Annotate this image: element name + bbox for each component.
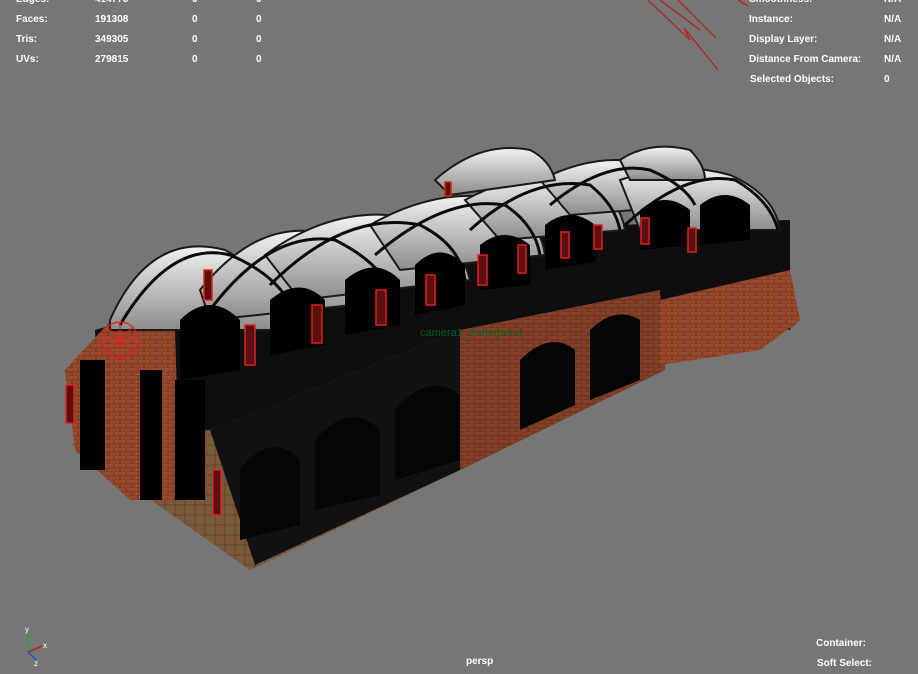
hud-value: 0 bbox=[256, 14, 262, 25]
hud-value: N/A bbox=[884, 34, 902, 45]
object-info-hud: Smoothness: N/A Instance: N/A Display La… bbox=[749, 0, 909, 90]
axis-indicator: y x z bbox=[25, 625, 47, 668]
hud-row-faces: Faces: 191308 0 0 bbox=[16, 10, 286, 30]
hud-value: 0 bbox=[884, 74, 890, 85]
hud-row-uvs: UVs: 279815 0 0 bbox=[16, 50, 286, 70]
hud-value: 0 bbox=[192, 14, 198, 25]
hud-label: UVs: bbox=[16, 54, 39, 65]
axis-y-label: y bbox=[25, 625, 29, 634]
hud-row-selected-objects: Selected Objects: 0 bbox=[749, 70, 909, 90]
hud-value: 0 bbox=[192, 54, 198, 65]
cathedral-model[interactable] bbox=[65, 145, 800, 570]
hud-label: Faces: bbox=[16, 14, 48, 25]
container-label: Container: bbox=[816, 638, 866, 649]
hud-value: N/A bbox=[884, 54, 902, 65]
hud-value: 0 bbox=[256, 0, 262, 10]
hud-label: Edges: bbox=[16, 0, 49, 10]
viewport-camera-name: persp bbox=[466, 656, 494, 667]
hud-row-smoothness: Smoothness: N/A bbox=[749, 0, 909, 10]
hud-value: 414773 bbox=[95, 0, 128, 10]
axis-x-label: x bbox=[43, 641, 47, 650]
hud-row-distance: Distance From Camera: N/A bbox=[749, 50, 909, 70]
hud-label: Tris: bbox=[16, 34, 38, 45]
hud-value: N/A bbox=[884, 0, 901, 10]
hud-label: Smoothness: bbox=[749, 0, 812, 10]
hud-label: Display Layer: bbox=[749, 34, 818, 45]
viewport-status-hud: Container: Soft Select: bbox=[816, 634, 872, 674]
soft-select-label: Soft Select: bbox=[817, 658, 873, 669]
hud-label: Instance: bbox=[749, 14, 793, 25]
hud-row-tris: Tris: 349305 0 0 bbox=[16, 30, 286, 50]
hud-value: 0 bbox=[256, 34, 262, 45]
hud-row-edges: Edges: 414773 0 0 bbox=[16, 0, 286, 10]
hud-value: 279815 bbox=[95, 54, 129, 65]
hud-value: 191308 bbox=[95, 14, 129, 25]
hud-value: 0 bbox=[256, 54, 262, 65]
west-pillars bbox=[80, 360, 205, 500]
hud-value: 349305 bbox=[95, 34, 129, 45]
camera-gizmo[interactable] bbox=[647, 0, 749, 71]
hud-label: Distance From Camera: bbox=[749, 54, 862, 65]
poly-count-hud: Edges: 414773 0 0 Faces: 191308 0 0 Tris… bbox=[16, 0, 286, 70]
hud-row-instance: Instance: N/A bbox=[749, 10, 909, 30]
rose-window bbox=[101, 321, 139, 359]
axis-z-label: z bbox=[34, 659, 38, 668]
hud-row-display-layer: Display Layer: N/A bbox=[749, 30, 909, 50]
hud-label: Selected Objects: bbox=[750, 74, 834, 85]
hud-value: 0 bbox=[192, 34, 198, 45]
hud-value: 0 bbox=[192, 0, 198, 10]
camera-object-label[interactable]: camera1_trattegaard bbox=[420, 327, 522, 339]
hud-value: N/A bbox=[884, 14, 902, 25]
